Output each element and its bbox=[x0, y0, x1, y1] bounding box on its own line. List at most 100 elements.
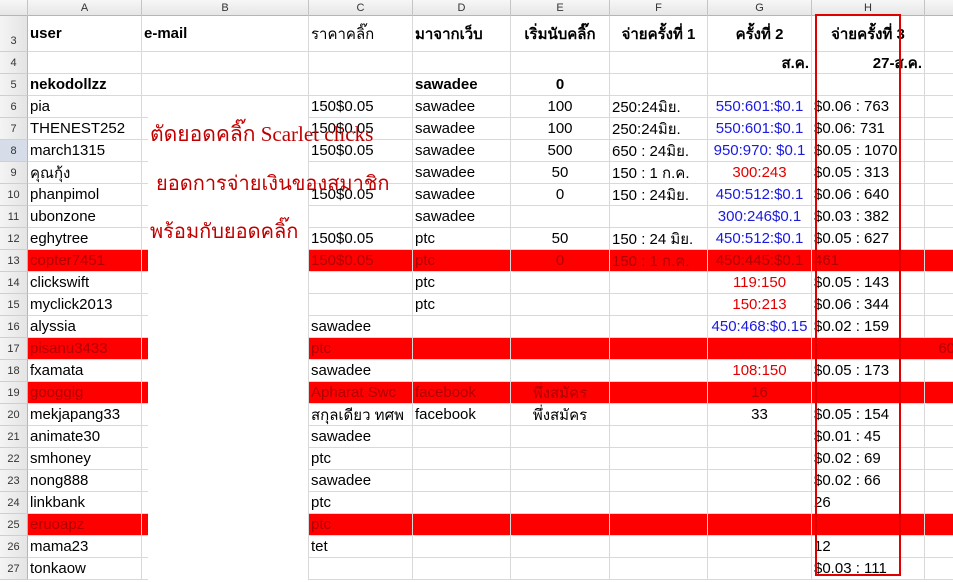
row-number-16[interactable]: 16 bbox=[0, 316, 28, 338]
cell[interactable] bbox=[142, 52, 309, 73]
cell-g[interactable] bbox=[708, 536, 812, 557]
cell-a[interactable]: fxamata bbox=[28, 360, 142, 381]
row-number-5[interactable]: 5 bbox=[0, 74, 28, 96]
cell-f[interactable] bbox=[610, 426, 708, 447]
cell-f[interactable] bbox=[610, 492, 708, 513]
cell-d[interactable]: ptc bbox=[413, 228, 511, 249]
cell-b[interactable] bbox=[142, 74, 309, 95]
cell-c[interactable]: ptc bbox=[309, 338, 413, 359]
cell-f[interactable] bbox=[610, 316, 708, 337]
cell-c[interactable] bbox=[309, 206, 413, 227]
row-number-11[interactable]: 11 bbox=[0, 206, 28, 228]
cell-f[interactable] bbox=[610, 294, 708, 315]
cell-c[interactable]: tet bbox=[309, 536, 413, 557]
cell-a[interactable]: คุณกุ้ง bbox=[28, 162, 142, 183]
cell-g[interactable]: 450:445:$0.1 bbox=[708, 250, 812, 271]
cell-i[interactable] bbox=[925, 558, 953, 579]
cell-d[interactable] bbox=[413, 492, 511, 513]
cell-c[interactable]: ptc bbox=[309, 492, 413, 513]
cell-i[interactable] bbox=[925, 96, 953, 117]
row-number-22[interactable]: 22 bbox=[0, 448, 28, 470]
header-month-2[interactable]: ส.ค. bbox=[708, 52, 812, 73]
cell-d[interactable] bbox=[413, 470, 511, 491]
cell-d[interactable]: facebook bbox=[413, 404, 511, 425]
cell-d[interactable]: sawadee bbox=[413, 140, 511, 161]
cell-d[interactable]: ptc bbox=[413, 272, 511, 293]
cell-g[interactable]: 450:512:$0.1 bbox=[708, 184, 812, 205]
cell-e[interactable]: 0 bbox=[511, 250, 610, 271]
cell-e[interactable]: 0 bbox=[511, 74, 610, 95]
cell-e[interactable] bbox=[511, 272, 610, 293]
cell-i[interactable] bbox=[925, 382, 953, 403]
row-number-18[interactable]: 18 bbox=[0, 360, 28, 382]
cell[interactable] bbox=[511, 52, 610, 73]
cell-a[interactable]: eghytree bbox=[28, 228, 142, 249]
cell-f[interactable]: 150 : 1 ก.ค. bbox=[610, 162, 708, 183]
cell-g[interactable]: 450:468:$0.15 bbox=[708, 316, 812, 337]
corner-cell[interactable] bbox=[0, 0, 28, 16]
cell-d[interactable]: ptc bbox=[413, 294, 511, 315]
column-header-c[interactable]: C bbox=[309, 0, 413, 16]
row-number-17[interactable]: 17 bbox=[0, 338, 28, 360]
cell-c[interactable]: sawadee bbox=[309, 426, 413, 447]
cell-g[interactable]: 16 bbox=[708, 382, 812, 403]
cell-e[interactable] bbox=[511, 492, 610, 513]
cell-a[interactable]: eruoapz bbox=[28, 514, 142, 535]
cell-a[interactable]: smhoney bbox=[28, 448, 142, 469]
header-payment-2[interactable]: ครั้งที่ 2 bbox=[708, 16, 812, 51]
cell[interactable] bbox=[28, 52, 142, 73]
column-header-e[interactable]: E bbox=[511, 0, 610, 16]
column-header-g[interactable]: G bbox=[708, 0, 812, 16]
cell-g[interactable]: 950:970: $0.1 bbox=[708, 140, 812, 161]
row-number-12[interactable]: 12 bbox=[0, 228, 28, 250]
cell-i[interactable] bbox=[925, 536, 953, 557]
header-click-price[interactable]: ราคาคลิ๊ก bbox=[309, 16, 413, 51]
cell-d[interactable]: sawadee bbox=[413, 118, 511, 139]
cell-d[interactable]: sawadee bbox=[413, 96, 511, 117]
cell-c[interactable] bbox=[309, 558, 413, 579]
row-number-15[interactable]: 15 bbox=[0, 294, 28, 316]
row-number-23[interactable]: 23 bbox=[0, 470, 28, 492]
cell-e[interactable]: 0 bbox=[511, 184, 610, 205]
row-number-25[interactable]: 25 bbox=[0, 514, 28, 536]
cell-d[interactable] bbox=[413, 360, 511, 381]
cell-i[interactable] bbox=[925, 316, 953, 337]
cell-d[interactable] bbox=[413, 426, 511, 447]
cell-a[interactable]: ubonzone bbox=[28, 206, 142, 227]
cell-e[interactable] bbox=[511, 338, 610, 359]
cell-i[interactable] bbox=[925, 140, 953, 161]
cell-d[interactable]: sawadee bbox=[413, 74, 511, 95]
cell-i[interactable] bbox=[925, 228, 953, 249]
cell-e[interactable] bbox=[511, 558, 610, 579]
header-payment-1[interactable]: จ่ายครั้งที่ 1 bbox=[610, 16, 708, 51]
cell-a[interactable]: nong888 bbox=[28, 470, 142, 491]
cell-g[interactable]: 300:246$0.1 bbox=[708, 206, 812, 227]
cell-c[interactable]: 150$0.05 bbox=[309, 228, 413, 249]
cell-a[interactable]: tonkaow bbox=[28, 558, 142, 579]
header-email[interactable]: e-mail bbox=[142, 16, 309, 51]
cell-a[interactable]: copter7451 bbox=[28, 250, 142, 271]
cell-i[interactable] bbox=[925, 470, 953, 491]
cell-i[interactable] bbox=[925, 74, 953, 95]
cell-c[interactable]: สกุลเดียว ทศพ bbox=[309, 404, 413, 425]
cell-i[interactable] bbox=[925, 492, 953, 513]
cell-f[interactable]: 150 : 24มิย. bbox=[610, 184, 708, 205]
cell-d[interactable] bbox=[413, 514, 511, 535]
cell-g[interactable] bbox=[708, 448, 812, 469]
cell-i[interactable] bbox=[925, 338, 953, 359]
cell-e[interactable]: 50 bbox=[511, 162, 610, 183]
cell-c[interactable] bbox=[309, 272, 413, 293]
row-number-3[interactable]: 3 bbox=[0, 16, 28, 52]
cell-g[interactable] bbox=[708, 338, 812, 359]
cell-c[interactable]: sawadee bbox=[309, 316, 413, 337]
row-number-19[interactable]: 19 bbox=[0, 382, 28, 404]
cell-c[interactable]: ptc bbox=[309, 448, 413, 469]
cell-g[interactable] bbox=[708, 470, 812, 491]
column-header-b[interactable]: B bbox=[142, 0, 309, 16]
cell-g[interactable]: 550:601:$0.1 bbox=[708, 96, 812, 117]
cell-g[interactable] bbox=[708, 426, 812, 447]
row-number-7[interactable]: 7 bbox=[0, 118, 28, 140]
cell-i[interactable] bbox=[925, 448, 953, 469]
cell-e[interactable]: 50 bbox=[511, 228, 610, 249]
cell-i[interactable] bbox=[925, 294, 953, 315]
